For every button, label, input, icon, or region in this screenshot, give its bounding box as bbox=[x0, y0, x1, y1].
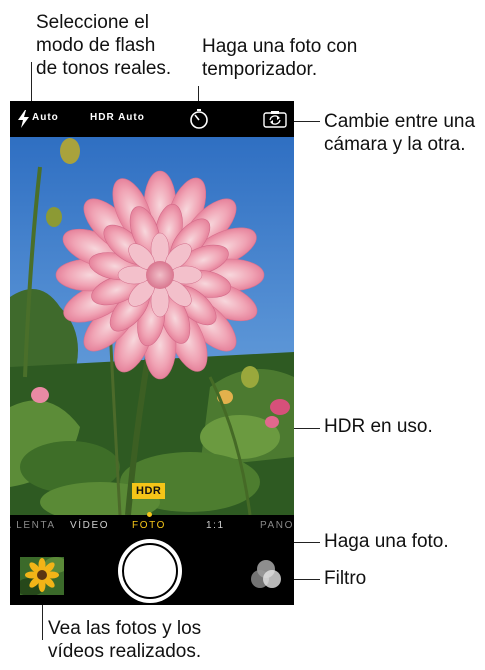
hdr-in-use-badge: HDR bbox=[132, 483, 166, 499]
annotation-flash-line-3: de tonos reales. bbox=[36, 58, 172, 79]
timer-button[interactable] bbox=[188, 108, 210, 130]
annotation-shutter: Haga una foto. bbox=[324, 531, 449, 552]
mode-indicator-dot bbox=[147, 512, 152, 517]
dahlia-flower-image bbox=[10, 137, 294, 515]
leader-line-switch bbox=[290, 121, 320, 122]
mode-slow-motion[interactable]: CÁMARA LENTA bbox=[10, 520, 56, 531]
filter-circles-icon bbox=[251, 560, 281, 588]
annotation-photos-line-1: Vea las fotos y los bbox=[48, 618, 202, 639]
mode-selector: CÁMARA LENTA VÍDEO FOTO 1:1 PANO bbox=[10, 512, 294, 537]
flash-button[interactable]: Auto bbox=[16, 105, 70, 133]
mode-square[interactable]: 1:1 bbox=[206, 520, 225, 531]
camera-flip-icon bbox=[263, 111, 287, 128]
hdr-mode-button[interactable]: HDR Auto bbox=[90, 112, 145, 123]
annotation-switch-line-1: Cambie entre una bbox=[324, 111, 476, 132]
bottom-bar bbox=[10, 537, 294, 605]
flash-icon bbox=[18, 110, 29, 128]
annotation-filter: Filtro bbox=[324, 568, 367, 589]
annotation-switch-line-2: cámara y la otra. bbox=[324, 134, 466, 155]
annotation-switch: Cambie entre una cámara y la otra. bbox=[324, 110, 475, 156]
annotation-hdr: HDR en uso. bbox=[324, 416, 433, 437]
flash-mode-label: Auto bbox=[32, 112, 59, 123]
annotation-timer-line-2: temporizador. bbox=[202, 59, 318, 80]
annotation-timer: Haga una foto con temporizador. bbox=[202, 35, 357, 81]
annotation-flash-line-1: Seleccione el bbox=[36, 12, 150, 33]
annotation-timer-line-1: Haga una foto con bbox=[202, 36, 358, 57]
switch-camera-button[interactable] bbox=[263, 110, 287, 128]
top-bar: Auto HDR Auto bbox=[10, 101, 294, 137]
mode-photo[interactable]: FOTO bbox=[132, 520, 166, 531]
photo-thumbnail[interactable] bbox=[20, 557, 64, 595]
shutter-inner-ring bbox=[122, 543, 178, 599]
annotation-photos: Vea las fotos y los vídeos realizados. bbox=[48, 617, 201, 663]
mode-pano[interactable]: PANO bbox=[260, 520, 294, 531]
mode-video[interactable]: VÍDEO bbox=[70, 520, 109, 531]
annotation-flash-line-2: modo de flash bbox=[36, 35, 156, 56]
sunflower-thumbnail-image bbox=[20, 557, 64, 595]
filter-button[interactable] bbox=[250, 559, 282, 591]
viewfinder[interactable]: HDR bbox=[10, 137, 294, 515]
timer-icon bbox=[190, 109, 208, 129]
annotation-flash: Seleccione el modo de flash de tonos rea… bbox=[36, 11, 171, 80]
annotation-photos-line-2: vídeos realizados. bbox=[48, 641, 202, 662]
camera-app: Auto HDR Auto HDR LENTA VÍDEO FOTO 1:1 P… bbox=[10, 101, 294, 605]
shutter-button[interactable] bbox=[118, 539, 182, 603]
